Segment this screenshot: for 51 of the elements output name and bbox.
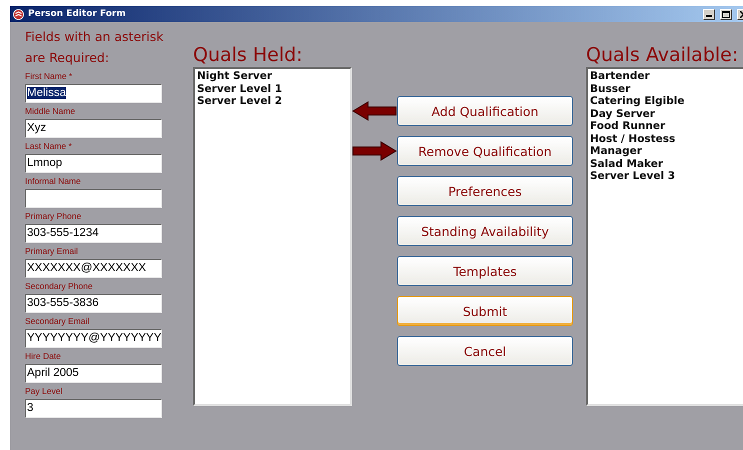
list-item[interactable]: Food Runner [590, 120, 743, 132]
maximize-button[interactable] [720, 8, 732, 20]
input-field[interactable]: 303-555-1234 [25, 224, 162, 243]
action-button[interactable]: Templates [397, 256, 573, 286]
field-label: Hire Date [25, 351, 62, 362]
action-button[interactable]: Cancel [397, 336, 573, 366]
list-item[interactable]: Manager [590, 145, 743, 158]
list-item[interactable]: Bartender [590, 70, 743, 82]
input-field[interactable]: April 2005 [25, 364, 162, 383]
maximize-icon [722, 10, 730, 18]
input-field[interactable]: 3 [25, 399, 162, 418]
list-item[interactable]: Day Server [590, 108, 743, 120]
required-note: Fields with an asterisk are Required: [25, 28, 165, 67]
list-item[interactable]: Night Server [197, 70, 348, 82]
input-field[interactable]: Melissa [25, 84, 162, 103]
field-label: Last Name * [25, 141, 73, 152]
action-button[interactable]: Submit [397, 296, 573, 326]
field-label: Primary Phone [25, 211, 82, 222]
list-heading: Quals Held: [193, 44, 304, 66]
list-item[interactable]: Host / Hostess [590, 132, 743, 145]
list-item[interactable]: Server Level 3 [590, 170, 743, 182]
window-title: Person Editor Form [28, 9, 127, 19]
list-heading: Quals Available: [586, 44, 740, 66]
input-field[interactable]: XXXXXXX@XXXXXXX [25, 259, 162, 278]
field-label: Informal Name [25, 176, 82, 187]
list-item[interactable]: Busser [590, 82, 743, 95]
arrow-right-icon [352, 140, 397, 162]
field-label: Middle Name [25, 106, 76, 117]
list-item[interactable]: Salad Maker [590, 158, 743, 170]
quals-held-list[interactable]: Night Server Server Level 1 Server Level 2 [193, 67, 352, 406]
quals-available-list[interactable]: Bartender Busser Catering Elgible Day Server Food Runner Host / Hostess Manager Salad Maker Server Level 3 [586, 67, 743, 406]
action-button[interactable]: Standing Availability [397, 216, 573, 246]
list-item[interactable]: Catering Elgible [590, 95, 743, 108]
field-label: Primary Email [25, 246, 79, 257]
field-label: Pay Level [25, 386, 64, 397]
field-label: Secondary Phone [25, 281, 94, 292]
app-icon [13, 8, 24, 20]
input-field[interactable]: Lmnop [25, 154, 162, 173]
input-field[interactable] [25, 189, 162, 208]
input-field[interactable]: 303-555-3836 [25, 294, 162, 313]
action-button[interactable]: Preferences [397, 176, 573, 206]
action-button[interactable]: Add Qualification [397, 96, 573, 126]
input-field[interactable]: Xyz [25, 119, 162, 138]
field-label: First Name * [25, 71, 74, 82]
minimize-button[interactable] [703, 8, 715, 20]
field-label: Secondary Email [25, 316, 90, 327]
arrow-left-icon [352, 100, 397, 122]
list-item[interactable]: Server Level 2 [197, 95, 348, 108]
input-field[interactable]: YYYYYYYY@YYYYYYYY [25, 329, 162, 348]
action-button[interactable]: Remove Qualification [397, 136, 573, 166]
list-item[interactable]: Server Level 1 [197, 82, 348, 95]
